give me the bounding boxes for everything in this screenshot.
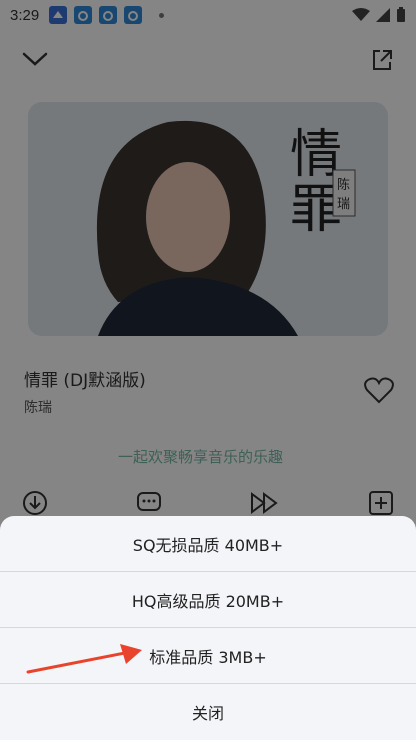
annotation-arrow-icon — [26, 644, 142, 674]
close-button[interactable]: 关闭 — [0, 684, 416, 740]
quality-bottom-sheet: SQ无损品质 40MB+ HQ高级品质 20MB+ 标准品质 3MB+ 关闭 — [0, 516, 416, 740]
quality-option-hq[interactable]: HQ高级品质 20MB+ — [0, 572, 416, 628]
quality-option-sq[interactable]: SQ无损品质 40MB+ — [0, 516, 416, 572]
